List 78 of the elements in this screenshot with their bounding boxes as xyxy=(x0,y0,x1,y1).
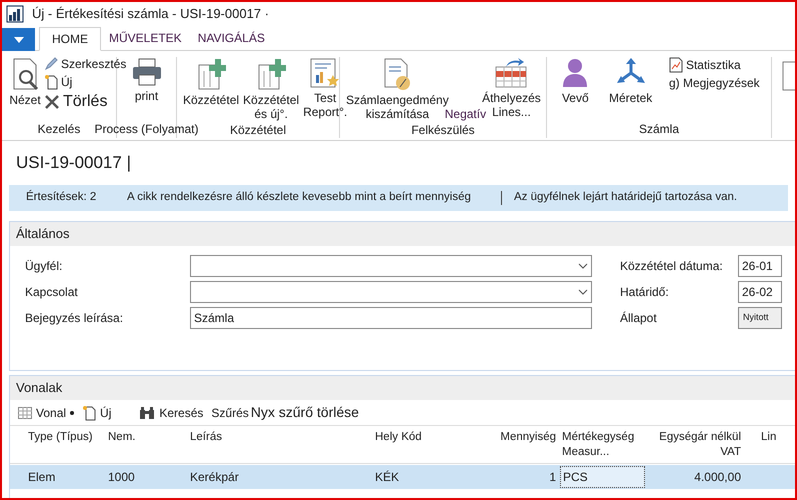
ribbon-button[interactable]: Nézet xyxy=(6,57,44,107)
ribbon-button[interactable]: print xyxy=(128,57,164,103)
binoculars-icon xyxy=(139,406,156,418)
table-cell-text: 4.000,00 xyxy=(693,469,742,486)
column-header[interactable]: Mennyiség xyxy=(455,430,560,463)
table-cell-text: KÉK xyxy=(375,469,400,486)
ribbon-button[interactable]: g) Megjegyzések xyxy=(668,76,760,90)
window-title: Új - Értékesítési számla - USI-19-00017 · xyxy=(32,5,269,24)
table-cell-text: Kerékpár xyxy=(189,469,240,486)
printer-icon xyxy=(130,57,162,87)
close-icon xyxy=(44,94,60,110)
field-label: Bejegyzés leírása: xyxy=(25,310,124,327)
ribbon-button[interactable]: Statisztika xyxy=(668,57,760,73)
dropdown-field[interactable] xyxy=(190,255,592,277)
status-button[interactable]: Nyitott xyxy=(738,307,782,329)
ribbon-button[interactable]: Közzététel xyxy=(181,57,242,107)
dropdown-field[interactable] xyxy=(190,281,592,303)
document-title: USI-19-00017 | xyxy=(16,152,131,174)
ribbon-button[interactable]: Vevő xyxy=(558,57,592,105)
chart-document-icon xyxy=(668,57,683,73)
ribbon-tab[interactable]: HOME xyxy=(39,27,101,51)
app-icon xyxy=(6,5,24,23)
column-header[interactable]: Hely Kód xyxy=(375,430,455,463)
column-header[interactable]: Leírás xyxy=(185,430,375,463)
column-header[interactable]: Mértékegység Measur... xyxy=(560,430,645,463)
table-arrow-icon xyxy=(494,57,528,89)
pencil-icon xyxy=(44,57,58,71)
group-label: Közzététel xyxy=(230,122,286,139)
ribbon-button[interactable]: Új xyxy=(44,74,126,90)
ribbon-button[interactable]: Közzététel és új°. xyxy=(241,57,302,121)
toolbar-button[interactable]: Nyx szűrő törlése xyxy=(250,402,359,423)
table-cell-text: 1000 xyxy=(107,469,136,486)
group-label: Process (Folyamat) xyxy=(94,121,199,138)
table-cell: PCS xyxy=(560,466,645,488)
input-field[interactable]: Számla xyxy=(190,307,592,329)
field-label: Határidő: xyxy=(620,284,670,301)
ribbon-tab[interactable]: MŰVELETEK xyxy=(101,26,190,50)
table-row[interactable]: Elem 1000 Kerékpár KÉK 1 PCS 4.000,00 xyxy=(10,465,795,489)
dot-icon xyxy=(70,410,74,414)
new-document-icon xyxy=(82,404,96,420)
menu-button[interactable] xyxy=(2,28,35,51)
field-label: Állapot xyxy=(620,310,658,327)
grid-icon xyxy=(18,406,32,418)
chevron-down-icon xyxy=(578,289,588,295)
table-cell-text: 1 xyxy=(548,469,557,486)
table-cell-text: Elem xyxy=(27,469,56,486)
dropdown-icon xyxy=(14,36,24,42)
ribbon-button[interactable]: Negatív xyxy=(444,105,486,123)
ribbon-button[interactable]: Törlés xyxy=(44,93,126,111)
chevron-down-icon xyxy=(578,263,588,269)
new-document-icon xyxy=(44,74,58,90)
field-label: Ügyfél: xyxy=(25,258,64,275)
column-header[interactable]: Type (Típus) xyxy=(10,430,100,463)
section-title: Általános xyxy=(16,225,70,244)
post-document-icon xyxy=(196,57,226,91)
ribbon-tab[interactable]: NAVIGÁLÁS xyxy=(190,26,273,50)
column-header[interactable]: Nem. xyxy=(100,430,185,463)
column-header[interactable]: Egységár nélkül VAT xyxy=(645,430,745,463)
notification-count: Értesítések: 2 xyxy=(25,189,98,206)
field-label: Közzététel dátuma: xyxy=(620,258,724,275)
notification-message[interactable]: Az ügyfélnek lejárt határidejű tartozása van. xyxy=(514,189,738,207)
ribbon-button[interactable]: Szerkesztés xyxy=(44,57,126,71)
column-header[interactable]: Lin xyxy=(745,430,785,463)
group-label: Kezelés xyxy=(38,121,80,138)
field-label: Kapcsolat xyxy=(25,284,79,301)
section-title: Vonalak xyxy=(16,379,62,398)
toolbar-button[interactable]: Szűrés xyxy=(211,404,249,422)
toolbar-button[interactable]: Új xyxy=(82,404,112,422)
toolbar-button[interactable]: Keresés xyxy=(139,404,204,422)
toolbar-button[interactable]: Vonal xyxy=(18,404,74,422)
post-document-icon xyxy=(256,57,286,91)
input-field[interactable]: 26-01 xyxy=(738,255,782,277)
group-label: Felkészülés xyxy=(411,122,475,139)
notification-message[interactable]: A cikk rendelkezésre álló készlete kevesebb mint a beírt mennyiség xyxy=(127,189,489,207)
report-chart-icon xyxy=(309,57,342,89)
ribbon-button[interactable]: Méretek xyxy=(606,57,654,105)
input-field[interactable]: 26-02 xyxy=(738,281,782,303)
group-label: Számla xyxy=(638,121,679,138)
